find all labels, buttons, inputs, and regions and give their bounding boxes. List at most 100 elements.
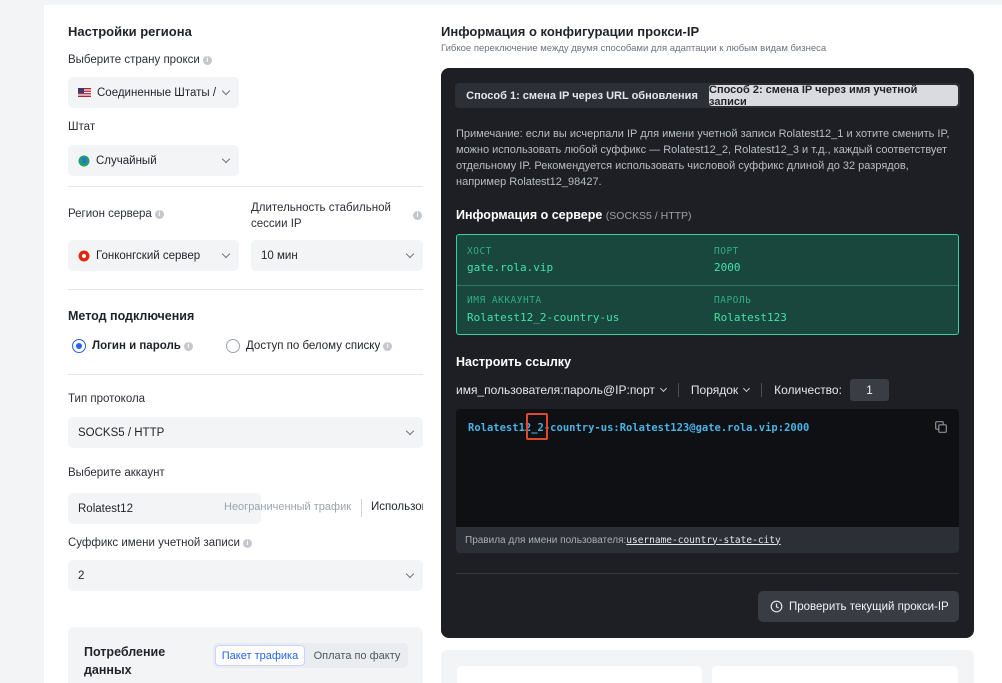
info-icon[interactable]: i xyxy=(154,210,164,219)
state-select[interactable]: Случайный xyxy=(68,145,239,176)
info-icon[interactable]: i xyxy=(383,341,393,351)
method-whitelist-label: Доступ по белому списку xyxy=(246,340,381,352)
country-value: Соединенные Штаты / xyxy=(97,86,217,99)
protocol-value: SOCKS5 / HTTP xyxy=(78,426,165,439)
account-name-label: ИМЯ АККАУНТА xyxy=(467,295,542,306)
consumption-title: Потребление данных xyxy=(84,645,166,677)
server-info-title-text: Информация о сервере xyxy=(456,208,603,222)
method-login-password[interactable]: Логин и пароль i xyxy=(72,339,193,353)
divider xyxy=(457,285,958,286)
port-label: ПОРТ xyxy=(714,246,739,257)
tab-method-2[interactable]: Способ 2: смена IP через имя учетной зап… xyxy=(709,84,958,108)
proxy-link-text[interactable]: Rolatest12_2-country-us:Rolatest123@gate… xyxy=(468,422,809,434)
username-rules: Правила для имени пользователя: username-… xyxy=(456,527,959,553)
suffix-select[interactable]: 2 xyxy=(68,560,423,591)
suffix-label: Суффикс имени учетной записи i xyxy=(68,537,252,549)
account-select[interactable]: Rolatest12 Неограниченный трафик xyxy=(68,493,351,524)
config-panel: Способ 1: смена IP через URL обновления … xyxy=(441,68,974,638)
chevron-down-icon xyxy=(405,426,415,436)
suffix-label-text: Суффикс имени учетной записи xyxy=(68,537,240,549)
account-name: Rolatest12 xyxy=(78,502,133,515)
info-icon[interactable]: i xyxy=(202,56,212,65)
state-label: Штат xyxy=(68,121,96,133)
consumption-tabs: Пакет трафика Оплата по факту xyxy=(213,643,408,668)
account-used: Использовано xyxy=(371,501,423,513)
connection-method-title: Метод подключения xyxy=(68,309,195,323)
note-text: Примечание: если вы исчерпали IP для име… xyxy=(456,128,950,188)
method-whitelist[interactable]: Доступ по белому списку i xyxy=(226,339,393,353)
session-label: Длительность стабильной сессии IP xyxy=(251,202,391,230)
tab-pay-as-you-go[interactable]: Оплата по факту xyxy=(309,645,405,666)
host-label: ХОСТ xyxy=(467,246,492,257)
chevron-down-icon xyxy=(405,249,415,259)
divider xyxy=(68,374,423,375)
check-proxy-button[interactable]: Проверить текущий прокси-IP xyxy=(758,591,959,622)
divider xyxy=(361,499,362,517)
chevron-down-icon xyxy=(743,384,751,393)
radio-selected[interactable] xyxy=(72,339,86,353)
suffix-highlight xyxy=(526,413,548,440)
port-value[interactable]: 2000 xyxy=(714,261,741,274)
copy-icon[interactable] xyxy=(935,421,947,433)
country-label: Выберите страну прокси i xyxy=(68,54,212,66)
divider xyxy=(761,383,763,397)
consumption-card: Потребление данных Пакет трафика Оплата … xyxy=(68,627,423,683)
country-label-text: Выберите страну прокси xyxy=(68,54,200,66)
country-select[interactable]: Соединенные Штаты / xyxy=(68,77,239,108)
server-region-select[interactable]: Гонконгский сервер xyxy=(68,240,239,271)
rules-value: username-country-state-city xyxy=(626,534,781,546)
divider xyxy=(456,573,959,574)
chevron-down-icon xyxy=(221,249,231,259)
suffix-value: 2 xyxy=(78,569,85,582)
chevron-down-icon xyxy=(659,384,667,393)
protocol-label: Тип протокола xyxy=(68,393,146,405)
bottom-card-left xyxy=(457,666,702,683)
configure-link-title: Настроить ссылку xyxy=(456,355,572,369)
info-icon[interactable]: i xyxy=(183,341,193,351)
divider xyxy=(677,383,679,397)
us-flag-icon xyxy=(78,88,91,97)
method-login-label: Логин и пароль xyxy=(92,340,181,352)
bottom-card xyxy=(441,650,974,683)
protocol-select[interactable]: SOCKS5 / HTTP xyxy=(68,417,423,448)
tab-method-1[interactable]: Способ 1: смена IP через URL обновления xyxy=(457,85,707,106)
order-label: Порядок xyxy=(690,383,739,397)
check-proxy-label: Проверить текущий прокси-IP xyxy=(789,600,949,613)
server-region-label: Регион сервера i xyxy=(68,208,164,220)
chevron-down-icon xyxy=(405,569,415,579)
chevron-down-icon xyxy=(221,86,231,96)
divider xyxy=(68,289,423,290)
refresh-clock-icon xyxy=(770,600,783,613)
method-tabs: Способ 1: смена IP через URL обновления … xyxy=(455,83,960,108)
server-region-value: Гонконгский сервер xyxy=(96,249,201,262)
session-duration-value: 10 мин xyxy=(261,249,298,262)
account-traffic: Неограниченный трафик xyxy=(224,501,352,513)
server-info-protocol: (SOCKS5 / HTTP) xyxy=(605,210,692,222)
region-settings-title: Настройки региона xyxy=(68,24,192,39)
hk-flag-icon xyxy=(78,250,90,261)
account-label: Выберите аккаунт xyxy=(68,467,165,479)
quantity-label: Количество: xyxy=(774,383,842,397)
chevron-down-icon xyxy=(221,154,231,164)
tab-traffic-package[interactable]: Пакет трафика xyxy=(215,645,305,666)
info-icon[interactable]: i xyxy=(413,211,422,220)
link-config-row: имя_пользователя:пароль@IP:порт Порядок … xyxy=(456,378,889,402)
password-label: ПАРОЛЬ xyxy=(714,295,752,306)
account-name-value[interactable]: Rolatest12_2-country-us xyxy=(467,311,619,324)
password-value[interactable]: Rolatest123 xyxy=(714,311,787,324)
format-value: имя_пользователя:пароль@IP:порт xyxy=(456,383,655,397)
link-output-box: Rolatest12_2-country-us:Rolatest123@gate… xyxy=(456,409,959,553)
rules-label: Правила для имени пользователя: xyxy=(465,534,627,546)
order-dropdown[interactable]: Порядок xyxy=(690,383,751,397)
state-value: Случайный xyxy=(96,154,157,167)
format-dropdown[interactable]: имя_пользователя:пароль@IP:порт xyxy=(456,383,667,397)
server-region-label-text: Регион сервера xyxy=(68,208,152,220)
server-info-title: Информация о сервере (SOCKS5 / HTTP) xyxy=(456,208,692,222)
divider xyxy=(68,186,423,187)
globe-icon xyxy=(78,155,90,166)
host-value[interactable]: gate.rola.vip xyxy=(467,261,553,274)
info-icon[interactable]: i xyxy=(242,539,252,548)
radio-unselected[interactable] xyxy=(226,339,240,353)
quantity-input[interactable]: 1 xyxy=(849,379,889,401)
session-duration-select[interactable]: 10 мин xyxy=(251,240,423,271)
